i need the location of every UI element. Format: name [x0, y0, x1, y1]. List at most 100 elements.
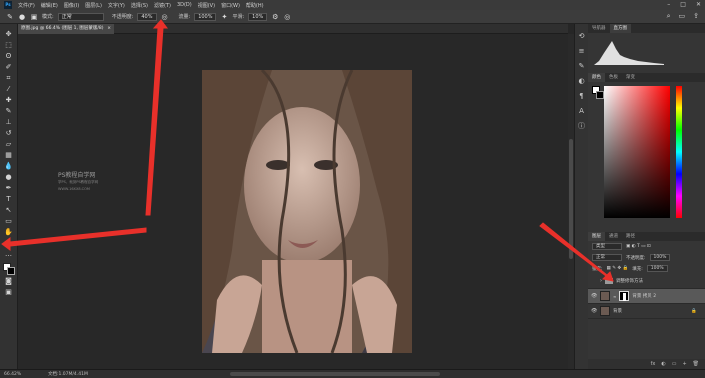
- layer-row-background[interactable]: 👁 背景 🔒: [588, 304, 705, 319]
- gradient-tool-icon[interactable]: ▦: [3, 151, 15, 160]
- layer-mask-thumbnail[interactable]: [619, 291, 630, 301]
- menu-help[interactable]: 帮助(H): [246, 2, 264, 9]
- hand-tool-icon[interactable]: ✋: [3, 228, 15, 237]
- filter-icons[interactable]: ▣ ◐ T ▭ ⊡: [626, 244, 651, 249]
- tab-histogram[interactable]: 直方图: [609, 24, 631, 33]
- tab-color[interactable]: 颜色: [588, 73, 605, 82]
- airbrush-icon[interactable]: ✦: [220, 13, 228, 21]
- mode-select[interactable]: 正常: [57, 12, 104, 21]
- new-layer-icon[interactable]: +: [682, 359, 686, 369]
- brush-tool-icon[interactable]: ✎: [3, 107, 15, 116]
- type-tool-icon[interactable]: T: [3, 195, 15, 204]
- zoom-tool-icon[interactable]: ⚲: [3, 239, 15, 248]
- paragraph-icon[interactable]: ¶: [577, 92, 587, 101]
- document-info[interactable]: 文档:1.07M/4.41M: [48, 370, 88, 378]
- opacity-input[interactable]: 40%: [137, 12, 157, 21]
- character-icon[interactable]: A: [577, 107, 587, 116]
- color-picker-field[interactable]: [604, 86, 670, 218]
- eraser-tool-icon[interactable]: ▱: [3, 140, 15, 149]
- blur-tool-icon[interactable]: 💧: [3, 162, 15, 171]
- fx-icon[interactable]: fx: [651, 359, 656, 369]
- menu-edit[interactable]: 编辑(E): [41, 2, 58, 9]
- flow-input[interactable]: 100%: [194, 12, 217, 21]
- properties-icon[interactable]: ≡: [577, 47, 587, 56]
- screen-mode-icon[interactable]: ▣: [3, 288, 15, 297]
- menu-layer[interactable]: 图层(L): [85, 2, 102, 9]
- horizontal-scroll-thumb[interactable]: [230, 372, 440, 376]
- workspace-icon[interactable]: ▭: [679, 12, 686, 21]
- marquee-tool-icon[interactable]: ⬚: [3, 41, 15, 50]
- menu-3d[interactable]: 3D(D): [177, 2, 192, 8]
- menu-file[interactable]: 文件(F): [18, 2, 35, 9]
- disclosure-arrow-icon[interactable]: ›: [600, 278, 602, 284]
- share-icon[interactable]: ⇪: [693, 12, 699, 21]
- layer-kind-select[interactable]: 类型: [592, 243, 622, 250]
- menu-view[interactable]: 视图(V): [198, 2, 215, 9]
- zoom-level[interactable]: 66.42%: [4, 370, 21, 378]
- dodge-tool-icon[interactable]: ●: [3, 173, 15, 182]
- brush-preset-icon[interactable]: ✎: [6, 13, 14, 21]
- lock-icons[interactable]: ▦ ✎ ✥ 🔒: [607, 266, 629, 271]
- background-color-swatch[interactable]: [6, 267, 15, 275]
- link-icon[interactable]: ∞: [613, 294, 616, 299]
- clone-stamp-tool-icon[interactable]: ⊥: [3, 118, 15, 127]
- shape-tool-icon[interactable]: ▭: [3, 217, 15, 226]
- eyedropper-tool-icon[interactable]: ⁄: [3, 85, 15, 94]
- menu-image[interactable]: 图像(I): [64, 2, 79, 9]
- tab-layers[interactable]: 图层: [588, 232, 605, 241]
- quick-select-tool-icon[interactable]: ✐: [3, 63, 15, 72]
- visibility-eye-icon[interactable]: 👁: [591, 293, 597, 299]
- layer-row-group[interactable]: › 调整修饰方法: [588, 274, 705, 289]
- tab-gradients[interactable]: 渐变: [622, 73, 639, 82]
- tab-channels[interactable]: 通道: [605, 232, 622, 241]
- tab-swatches[interactable]: 色板: [605, 73, 622, 82]
- hue-slider[interactable]: [676, 86, 682, 218]
- document-photo[interactable]: [202, 70, 412, 353]
- tab-navigator[interactable]: 导航器: [588, 24, 610, 33]
- maximize-button[interactable]: □: [680, 1, 686, 8]
- color-swatches[interactable]: [2, 263, 15, 275]
- minimize-button[interactable]: –: [667, 1, 670, 8]
- healing-tool-icon[interactable]: ✚: [3, 96, 15, 105]
- info-icon[interactable]: ⓘ: [577, 122, 587, 131]
- visibility-eye-icon[interactable]: 👁: [591, 308, 597, 314]
- search-icon[interactable]: ⌕: [667, 12, 671, 21]
- brush-settings-icon[interactable]: ✎: [577, 62, 587, 71]
- menu-type[interactable]: 文字(Y): [108, 2, 125, 9]
- blend-mode-select[interactable]: 正常: [592, 254, 622, 261]
- lasso-tool-icon[interactable]: ʘ: [3, 52, 15, 61]
- canvas-area[interactable]: PS教程自学网 学PS，就到PS教程自学网 WWW.16XX8.COM: [18, 34, 568, 369]
- menu-window[interactable]: 窗口(W): [221, 2, 240, 9]
- adjustments-icon[interactable]: ◐: [577, 77, 587, 86]
- crop-tool-icon[interactable]: ⌗: [3, 74, 15, 83]
- menu-filter[interactable]: 滤镜(T): [154, 2, 171, 9]
- history-icon[interactable]: ⟲: [577, 32, 587, 41]
- document-tab[interactable]: 原图.jpg @ 66.4% (图层 1, 图层蒙版/8) ×: [18, 24, 114, 34]
- smooth-input[interactable]: 10%: [248, 12, 268, 21]
- move-tool-icon[interactable]: ✥: [3, 30, 15, 39]
- photoshop-logo-icon: Ps: [4, 1, 12, 9]
- vertical-scroll-thumb[interactable]: [569, 139, 573, 259]
- layer-opacity-input[interactable]: 100%: [649, 254, 671, 261]
- new-group-icon[interactable]: ▭: [672, 359, 677, 369]
- adjustment-layer-icon[interactable]: ◐: [661, 359, 665, 369]
- tab-paths[interactable]: 路径: [622, 232, 639, 241]
- more-tools-icon[interactable]: …: [3, 250, 15, 259]
- brush-panel-icon[interactable]: ▣: [30, 13, 38, 21]
- layer-row-selected[interactable]: 👁 ∞ 背景 拷贝 2: [588, 289, 705, 304]
- fill-input[interactable]: 100%: [646, 265, 668, 272]
- close-tab-icon[interactable]: ×: [107, 24, 111, 34]
- brush-size-icon[interactable]: ●: [18, 13, 26, 21]
- quick-mask-icon[interactable]: ◙: [3, 277, 15, 286]
- panel-background-swatch[interactable]: [596, 91, 604, 99]
- pressure-size-icon[interactable]: ◎: [283, 13, 291, 21]
- smoothing-settings-icon[interactable]: ⚙: [271, 13, 279, 21]
- history-brush-tool-icon[interactable]: ↺: [3, 129, 15, 138]
- menu-select[interactable]: 选择(S): [131, 2, 148, 9]
- watermark-line1: 学PS，就到PS教程自学网: [58, 180, 99, 184]
- path-select-tool-icon[interactable]: ↖: [3, 206, 15, 215]
- pressure-opacity-icon[interactable]: ◎: [161, 13, 169, 21]
- pen-tool-icon[interactable]: ✒: [3, 184, 15, 193]
- trash-icon[interactable]: 🗑: [693, 359, 699, 369]
- close-button[interactable]: ✕: [696, 1, 701, 8]
